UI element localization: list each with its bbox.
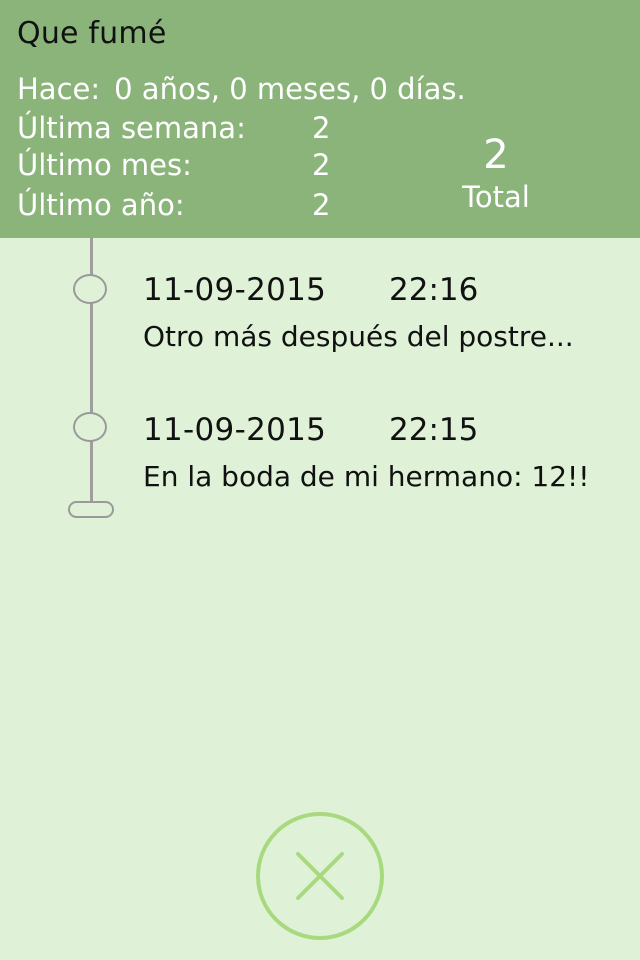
stat-label: Último año: — [17, 188, 185, 222]
close-icon — [296, 852, 344, 900]
since-label: Hace: — [17, 72, 101, 106]
list-item[interactable]: 11-09-2015 22:15 En la boda de mi herman… — [143, 412, 589, 493]
total-count: 2 — [483, 132, 509, 178]
stat-value: 2 — [312, 111, 331, 145]
stat-value: 2 — [312, 148, 331, 182]
entry-time: 22:16 — [389, 272, 479, 308]
since-value: 0 años, 0 meses, 0 días. — [114, 72, 466, 106]
entry-note: En la boda de mi hermano: 12!! — [143, 460, 590, 493]
timeline-node — [73, 274, 107, 304]
stat-last-month: Último mes: 2 — [17, 148, 330, 182]
entry-date: 11-09-2015 — [143, 272, 327, 308]
stat-label: Último mes: — [17, 148, 192, 182]
timeline-node — [73, 412, 107, 442]
entry-note: Otro más después del postre... — [143, 320, 574, 353]
stats-header: Que fumé Hace: 0 años, 0 meses, 0 días. Ú… — [0, 0, 640, 238]
stat-label: Última semana: — [17, 111, 246, 145]
timeline-end-cap — [68, 501, 114, 518]
stat-last-week: Última semana: 2 — [17, 111, 330, 145]
stat-value: 2 — [312, 188, 331, 222]
total-label: Total — [462, 180, 530, 214]
list-item[interactable]: 11-09-2015 22:16 Otro más después del po… — [143, 272, 574, 353]
entry-time: 22:15 — [389, 412, 479, 448]
close-button[interactable] — [256, 812, 384, 940]
stat-last-year: Último año: 2 — [17, 188, 330, 222]
entry-date: 11-09-2015 — [143, 412, 327, 448]
app-title: Que fumé — [17, 16, 167, 51]
since-row: Hace: 0 años, 0 meses, 0 días. — [17, 72, 466, 106]
